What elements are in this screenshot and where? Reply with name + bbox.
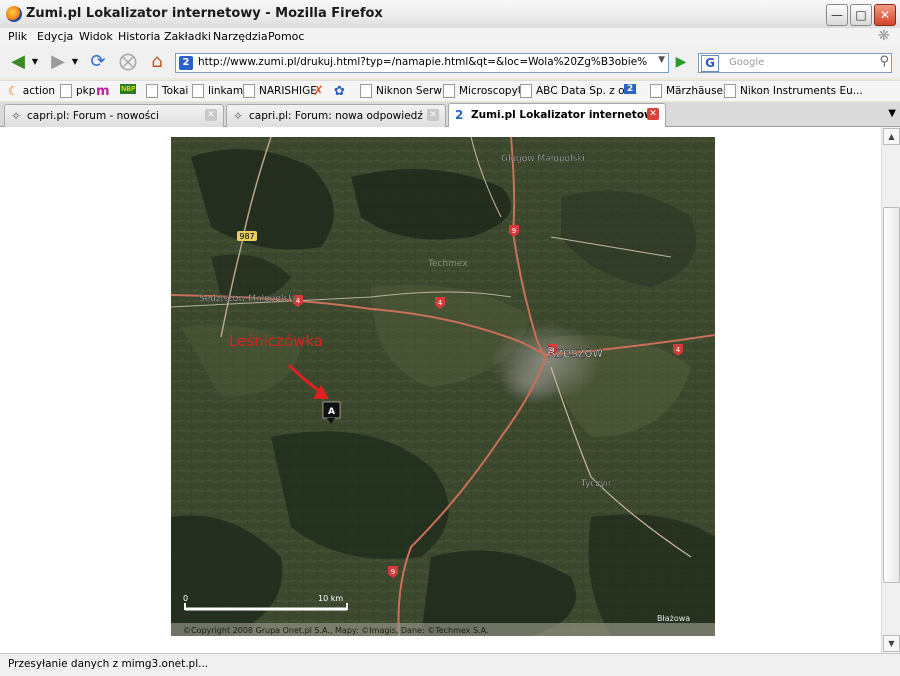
capri-favicon: ✧ bbox=[11, 109, 22, 123]
svg-text:9: 9 bbox=[512, 227, 516, 235]
close-window-button[interactable]: ✕ bbox=[874, 4, 896, 26]
menu-widok[interactable]: Widok bbox=[79, 30, 113, 43]
bookmark-icon bbox=[724, 84, 736, 98]
vertical-scrollbar[interactable]: ▲ ▼ bbox=[881, 127, 900, 653]
scroll-up-icon[interactable]: ▲ bbox=[883, 128, 900, 145]
bookmark-microscopyu[interactable]: MicroscopyU bbox=[443, 84, 526, 98]
reload-icon[interactable]: ⟳ bbox=[86, 51, 110, 73]
bookmark-pkp[interactable]: pkp bbox=[60, 84, 95, 98]
menu-bar: Plik Edycja Widok Historia Zakładki Narz… bbox=[0, 28, 900, 46]
list-all-tabs-icon[interactable]: ▼ bbox=[888, 108, 896, 119]
bookmark-icon bbox=[243, 84, 255, 98]
tab-bar: ✧ capri.pl: Forum - nowości ✕ ✧ capri.pl… bbox=[0, 102, 900, 127]
tab-zumi[interactable]: 2 Zumi.pl Lokalizator internetowy ✕ bbox=[448, 103, 666, 127]
svg-text:9: 9 bbox=[391, 568, 395, 576]
bookmark-zumi-icon[interactable]: 2 bbox=[624, 84, 637, 94]
bookmark-leaf-icon[interactable]: ✿ bbox=[334, 84, 345, 99]
window-title-bar: Zumi.pl Lokalizator internetowy - Mozill… bbox=[0, 0, 900, 29]
place-label-sedziszow: Sędziszów Małopolski bbox=[199, 293, 296, 304]
firefox-icon bbox=[6, 6, 22, 22]
svg-text:987: 987 bbox=[239, 232, 254, 241]
url-history-icon[interactable]: ▼ bbox=[658, 55, 665, 65]
tab-capri-forum-nowosci[interactable]: ✧ capri.pl: Forum - nowości ✕ bbox=[4, 104, 224, 127]
bookmark-abc-data[interactable]: ABC Data Sp. z o.o. bbox=[520, 84, 637, 98]
forward-icon[interactable]: ▶ bbox=[46, 51, 70, 73]
search-box[interactable]: G Google ⚲ bbox=[698, 53, 892, 73]
home-icon[interactable]: ⌂ bbox=[145, 51, 169, 73]
bookmark-linkam[interactable]: linkam bbox=[192, 84, 243, 98]
scrollbar-thumb[interactable] bbox=[883, 207, 900, 583]
menu-zakladki[interactable]: Zakładki bbox=[164, 30, 211, 43]
bookmark-x-icon[interactable]: ✗ bbox=[313, 84, 324, 99]
bookmark-icon bbox=[60, 84, 72, 98]
bookmark-icon bbox=[443, 84, 455, 98]
close-tab-icon[interactable]: ✕ bbox=[205, 109, 217, 121]
svg-text:4: 4 bbox=[676, 346, 681, 354]
search-placeholder: Google bbox=[729, 57, 765, 68]
zumi-favicon: 2 bbox=[455, 108, 464, 122]
bookmark-action[interactable]: ☾ action bbox=[8, 84, 55, 98]
watermark-techmex: Techmex bbox=[427, 259, 468, 269]
bookmark-icon bbox=[192, 84, 204, 98]
status-bar: Przesyłanie danych z mimg3.onet.pl... bbox=[0, 653, 900, 676]
scale-end-label: 10 km bbox=[318, 594, 343, 603]
throbber-icon: ❋ bbox=[878, 28, 890, 44]
menu-edycja[interactable]: Edycja bbox=[37, 30, 73, 43]
capri-favicon: ✧ bbox=[233, 109, 244, 123]
svg-text:A: A bbox=[328, 407, 335, 417]
bookmark-nbp-icon[interactable]: NBP bbox=[120, 84, 137, 94]
menu-plik[interactable]: Plik bbox=[8, 30, 27, 43]
bookmarks-toolbar: ☾ action pkp m NBP Tokai linkam NARISHIGE… bbox=[0, 80, 900, 101]
forward-history-icon[interactable]: ▼ bbox=[70, 51, 80, 73]
status-text: Przesyłanie danych z mimg3.onet.pl... bbox=[8, 658, 209, 670]
bookmark-nikon-instruments[interactable]: Nikon Instruments Eu... bbox=[724, 84, 863, 98]
window-title: Zumi.pl Lokalizator internetowy - Mozill… bbox=[26, 6, 383, 21]
place-label-blazowa: Błażowa bbox=[657, 614, 690, 623]
bookmark-icon bbox=[650, 84, 662, 98]
svg-text:4: 4 bbox=[438, 299, 443, 307]
bookmark-m-icon[interactable]: m bbox=[96, 84, 110, 99]
place-label-tyczyn: Tyczyn bbox=[580, 479, 611, 489]
back-history-icon[interactable]: ▼ bbox=[30, 51, 40, 73]
search-engine-icon[interactable]: G bbox=[701, 55, 719, 72]
menu-historia[interactable]: Historia bbox=[118, 30, 160, 43]
annotation-lesniczowka: Leśniczówka bbox=[229, 332, 323, 350]
bookmark-icon bbox=[146, 84, 158, 98]
bookmark-marzhauser[interactable]: Märzhäuser bbox=[650, 84, 727, 98]
bookmark-niknon-serwis[interactable]: Niknon Serwis bbox=[360, 84, 450, 98]
bookmark-narishige[interactable]: NARISHIGE bbox=[243, 84, 317, 98]
road-shield-987: 987 bbox=[237, 231, 257, 241]
place-label-rzeszow: Rzeszów bbox=[547, 346, 603, 361]
tab-capri-forum-odpowiedz[interactable]: ✧ capri.pl: Forum: nowa odpowiedź w w...… bbox=[226, 104, 446, 127]
scale-start-label: 0 bbox=[183, 594, 188, 603]
scroll-down-icon[interactable]: ▼ bbox=[883, 635, 900, 652]
bookmark-icon: ☾ bbox=[8, 84, 19, 98]
stop-icon[interactable]: ⨂ bbox=[116, 51, 140, 73]
bookmark-tokai[interactable]: Tokai bbox=[146, 84, 188, 98]
bookmark-icon bbox=[360, 84, 372, 98]
address-bar[interactable]: 2 http://www.zumi.pl/drukuj.html?typ=/na… bbox=[175, 53, 669, 73]
close-tab-icon[interactable]: ✕ bbox=[647, 108, 659, 120]
close-tab-icon[interactable]: ✕ bbox=[427, 109, 439, 121]
search-icon[interactable]: ⚲ bbox=[879, 54, 889, 69]
site-favicon: 2 bbox=[179, 56, 193, 70]
bookmark-icon bbox=[520, 84, 532, 98]
map-copyright: ©Copyright 2008 Grupa Onet.pl S.A., Mapy… bbox=[183, 626, 488, 635]
minimize-button[interactable]: — bbox=[826, 4, 848, 26]
back-icon[interactable]: ◀ bbox=[6, 51, 30, 73]
go-icon[interactable]: ▶ bbox=[672, 53, 690, 71]
menu-narzedzia[interactable]: Narzędzia bbox=[213, 30, 268, 43]
map-image[interactable]: 987 9 4 4 4 4 9 Głogów Małopolski Sędzis… bbox=[171, 137, 715, 636]
url-text[interactable]: http://www.zumi.pl/drukuj.html?typ=/nama… bbox=[198, 56, 648, 68]
menu-pomoc[interactable]: Pomoc bbox=[268, 30, 304, 43]
svg-text:4: 4 bbox=[296, 297, 301, 305]
maximize-button[interactable]: □ bbox=[850, 4, 872, 26]
place-label-glogow: Głogów Małopolski bbox=[501, 153, 585, 164]
